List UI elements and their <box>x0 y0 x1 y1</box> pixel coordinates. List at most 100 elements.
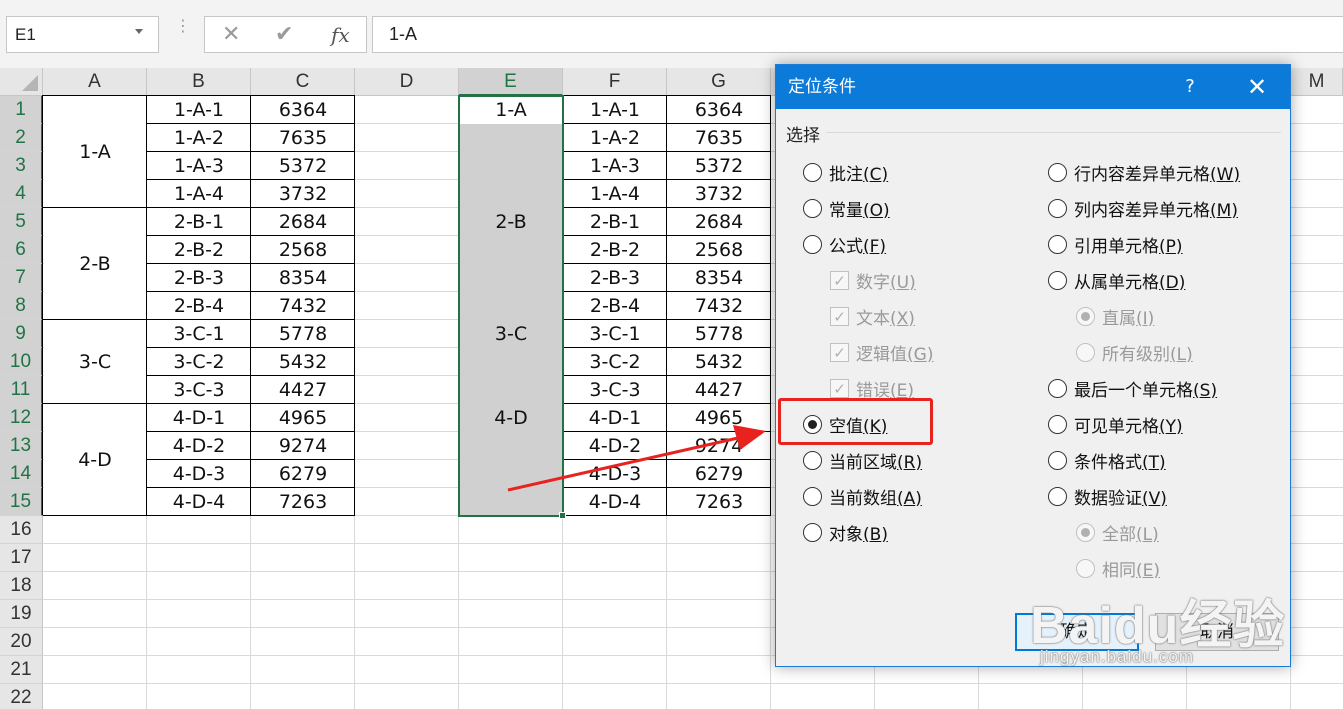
cell-B[interactable]: 2-B-4 <box>147 292 251 320</box>
row-header-14[interactable]: 14 <box>0 460 43 488</box>
option-right-1[interactable]: 列内容差异单元格(M) <box>1048 196 1238 221</box>
cell-G[interactable]: 6364 <box>667 96 771 124</box>
option-right-7[interactable]: 可见单元格(Y) <box>1048 412 1183 437</box>
cell-B[interactable]: 4-D-2 <box>147 432 251 460</box>
select-all-triangle-icon[interactable] <box>22 75 38 91</box>
option-right-2[interactable]: 引用单元格(P) <box>1048 232 1183 257</box>
cell-C[interactable]: 7263 <box>251 488 355 516</box>
cell-C[interactable]: 6364 <box>251 96 355 124</box>
cell-B[interactable]: 2-B-1 <box>147 208 251 236</box>
row-header-22[interactable]: 22 <box>0 684 43 709</box>
radio-icon[interactable] <box>1048 270 1067 290</box>
option-right-6[interactable]: 最后一个单元格(S) <box>1048 376 1217 401</box>
cell-B[interactable]: 1-A-1 <box>147 96 251 124</box>
cell-B[interactable]: 2-B-3 <box>147 264 251 292</box>
row-header-11[interactable]: 11 <box>0 376 43 404</box>
cell-F[interactable]: 4-D-4 <box>563 488 667 516</box>
column-header-D[interactable]: D <box>355 68 459 96</box>
cell-B[interactable]: 1-A-4 <box>147 180 251 208</box>
option-right-9[interactable]: 数据验证(V) <box>1048 484 1167 509</box>
row-header-9[interactable]: 9 <box>0 320 43 348</box>
row-header-5[interactable]: 5 <box>0 208 43 236</box>
cell-F[interactable]: 2-B-4 <box>563 292 667 320</box>
close-icon[interactable]: ✕ <box>1235 65 1279 109</box>
cell-B[interactable]: 1-A-2 <box>147 124 251 152</box>
cell-G[interactable]: 4427 <box>667 376 771 404</box>
column-header-F[interactable]: F <box>563 68 667 96</box>
radio-icon[interactable] <box>803 234 822 254</box>
cell-G[interactable]: 2684 <box>667 208 771 236</box>
cell-B[interactable]: 4-D-1 <box>147 404 251 432</box>
cell-C[interactable]: 3732 <box>251 180 355 208</box>
cell-C[interactable]: 4965 <box>251 404 355 432</box>
cell-G[interactable]: 6279 <box>667 460 771 488</box>
radio-icon[interactable] <box>803 522 822 542</box>
row-header-6[interactable]: 6 <box>0 236 43 264</box>
help-icon[interactable]: ? <box>1179 65 1201 109</box>
formula-input[interactable]: 1-A <box>372 16 1343 53</box>
cell-F[interactable]: 2-B-3 <box>563 264 667 292</box>
option-right-8[interactable]: 条件格式(T) <box>1048 448 1166 473</box>
radio-icon[interactable] <box>803 486 822 506</box>
option-left-10[interactable]: 对象(B) <box>803 520 888 545</box>
row-header-2[interactable]: 2 <box>0 124 43 152</box>
radio-icon[interactable] <box>1048 162 1067 182</box>
cell-F[interactable]: 2-B-2 <box>563 236 667 264</box>
select-all-corner[interactable] <box>0 68 43 96</box>
option-left-9[interactable]: 当前数组(A) <box>803 484 922 509</box>
cell-G[interactable]: 9274 <box>667 432 771 460</box>
cell-F[interactable]: 4-D-1 <box>563 404 667 432</box>
fill-handle[interactable] <box>559 512 566 519</box>
cell-B[interactable]: 3-C-2 <box>147 348 251 376</box>
row-header-20[interactable]: 20 <box>0 628 43 656</box>
column-header-M[interactable]: M <box>1291 68 1343 96</box>
option-left-8[interactable]: 当前区域(R) <box>803 448 922 473</box>
column-header-E[interactable]: E <box>459 68 563 96</box>
row-header-17[interactable]: 17 <box>0 544 43 572</box>
radio-icon[interactable] <box>803 450 822 470</box>
option-right-3[interactable]: 从属单元格(D) <box>1048 268 1185 293</box>
cell-C[interactable]: 2684 <box>251 208 355 236</box>
cell-C[interactable]: 6279 <box>251 460 355 488</box>
row-header-18[interactable]: 18 <box>0 572 43 600</box>
cell-C[interactable]: 2568 <box>251 236 355 264</box>
cell-C[interactable]: 7432 <box>251 292 355 320</box>
cell-C[interactable]: 7635 <box>251 124 355 152</box>
cell-F[interactable]: 4-D-3 <box>563 460 667 488</box>
cell-F[interactable]: 2-B-1 <box>563 208 667 236</box>
cancel-icon[interactable]: ✕ <box>222 22 240 47</box>
name-box[interactable]: E1 <box>6 16 159 53</box>
row-header-10[interactable]: 10 <box>0 348 43 376</box>
cell-C[interactable]: 5432 <box>251 348 355 376</box>
column-header-G[interactable]: G <box>667 68 771 96</box>
cell-G[interactable]: 4965 <box>667 404 771 432</box>
row-header-21[interactable]: 21 <box>0 656 43 684</box>
cell-C[interactable]: 4427 <box>251 376 355 404</box>
cell-G[interactable]: 5372 <box>667 152 771 180</box>
cell-B[interactable]: 3-C-1 <box>147 320 251 348</box>
cell-G[interactable]: 5432 <box>667 348 771 376</box>
row-header-7[interactable]: 7 <box>0 264 43 292</box>
cell-F[interactable]: 1-A-1 <box>563 96 667 124</box>
cell-F[interactable]: 4-D-2 <box>563 432 667 460</box>
column-header-A[interactable]: A <box>43 68 147 96</box>
radio-icon[interactable] <box>1048 414 1067 434</box>
option-left-1[interactable]: 常量(O) <box>803 196 890 221</box>
cell-G[interactable]: 8354 <box>667 264 771 292</box>
cell-G[interactable]: 2568 <box>667 236 771 264</box>
row-header-1[interactable]: 1 <box>0 96 43 124</box>
cell-F[interactable]: 3-C-3 <box>563 376 667 404</box>
cell-B[interactable]: 1-A-3 <box>147 152 251 180</box>
row-header-8[interactable]: 8 <box>0 292 43 320</box>
radio-icon[interactable] <box>1048 234 1067 254</box>
cell-C[interactable]: 8354 <box>251 264 355 292</box>
radio-icon[interactable] <box>1048 378 1067 398</box>
row-header-13[interactable]: 13 <box>0 432 43 460</box>
enter-icon[interactable]: ✔ <box>275 22 293 47</box>
row-header-4[interactable]: 4 <box>0 180 43 208</box>
chevron-down-icon[interactable] <box>135 29 143 34</box>
cell-B[interactable]: 4-D-3 <box>147 460 251 488</box>
option-left-2[interactable]: 公式(F) <box>803 232 886 257</box>
radio-icon[interactable] <box>803 162 822 182</box>
cell-F[interactable]: 1-A-4 <box>563 180 667 208</box>
